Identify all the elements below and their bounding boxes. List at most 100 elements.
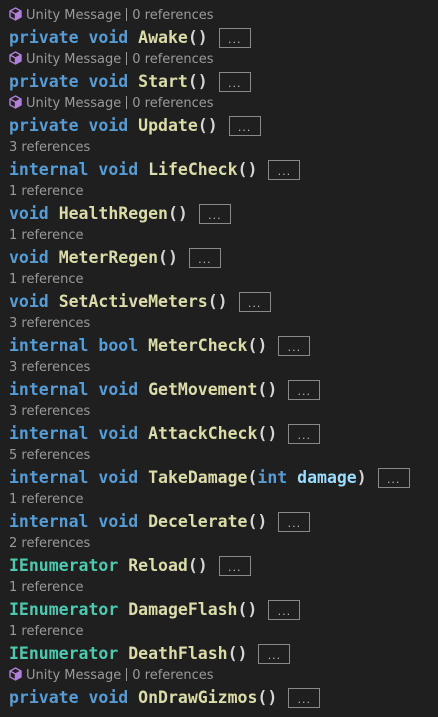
codelens-references[interactable]: 2 references: [9, 536, 90, 551]
type-token: IEnumerator: [9, 644, 119, 663]
collapsed-region-button[interactable]: ...: [228, 116, 261, 136]
codelens-separator: [126, 8, 128, 21]
collapsed-region-button[interactable]: ...: [288, 688, 321, 708]
method-name-token: Decelerate: [148, 512, 248, 531]
collapsed-region-button[interactable]: ...: [288, 380, 321, 400]
code-line[interactable]: internal void Decelerate()...: [9, 511, 311, 533]
keyword-token: void: [88, 28, 129, 47]
keyword-token: private: [9, 688, 79, 707]
code-line[interactable]: void SetActiveMeters()...: [9, 291, 271, 313]
punctuation-token: (): [257, 688, 278, 707]
codelens: Unity Message 0 references: [9, 7, 214, 25]
codelens-unity-message[interactable]: Unity Message: [26, 52, 121, 67]
codelens-separator: [126, 52, 128, 65]
collapsed-region-button[interactable]: ...: [188, 248, 221, 268]
codelens-unity-message[interactable]: Unity Message: [26, 8, 121, 23]
ellipsis-label: ...: [287, 517, 302, 530]
method-name-token: HealthRegen: [58, 204, 168, 223]
codelens-references[interactable]: 1 reference: [9, 184, 83, 199]
collapsed-region-button[interactable]: ...: [218, 72, 251, 92]
collapsed-region-button[interactable]: ...: [377, 468, 410, 488]
ellipsis-label: ...: [198, 253, 212, 266]
code-line[interactable]: internal void AttackCheck()...: [9, 423, 321, 445]
method-name-token: GetMovement: [148, 380, 258, 399]
unity-icon: [9, 667, 22, 681]
codelens-references[interactable]: 0 references: [132, 96, 213, 111]
codelens-references[interactable]: 3 references: [9, 360, 90, 375]
codelens-references[interactable]: 3 references: [9, 316, 90, 331]
codelens-references[interactable]: 1 reference: [9, 624, 83, 639]
code-line[interactable]: private void Awake()...: [9, 27, 251, 49]
collapsed-region-button[interactable]: ...: [218, 28, 251, 48]
code-editor[interactable]: Unity Message 0 references private void Aw…: [0, 0, 438, 717]
codelens-separator: [126, 96, 128, 109]
collapsed-region-button[interactable]: ...: [238, 292, 271, 312]
punctuation-token: (): [158, 248, 178, 267]
codelens-references[interactable]: 3 references: [9, 140, 90, 155]
code-line[interactable]: internal void GetMovement()...: [9, 379, 321, 401]
keyword-token: void: [88, 688, 129, 707]
collapsed-region-button[interactable]: ...: [278, 336, 311, 356]
method-name-token: MeterRegen: [58, 248, 159, 267]
codelens: Unity Message 0 references: [9, 667, 214, 685]
ellipsis-label: ...: [287, 341, 302, 354]
method-name-token: TakeDamage: [148, 468, 248, 487]
collapsed-region-button[interactable]: ...: [268, 160, 301, 180]
codelens-unity-message[interactable]: Unity Message: [26, 96, 121, 111]
codelens-references[interactable]: 1 reference: [9, 492, 83, 507]
keyword-token: internal: [9, 380, 89, 399]
method-name-token: DamageFlash: [128, 600, 238, 619]
codelens-references[interactable]: 0 references: [132, 52, 213, 67]
punctuation-token: (): [167, 204, 188, 223]
code-line[interactable]: internal void LifeCheck()...: [9, 159, 301, 181]
codelens-references[interactable]: 0 references: [132, 8, 213, 23]
keyword-token: int: [257, 468, 288, 487]
codelens-unity-message[interactable]: Unity Message: [26, 668, 121, 683]
code-line[interactable]: IEnumerator DamageFlash()...: [9, 599, 301, 621]
code-line[interactable]: private void Update()...: [9, 115, 261, 137]
collapsed-region-button[interactable]: ...: [218, 556, 251, 576]
code-line[interactable]: void HealthRegen()...: [9, 203, 231, 225]
code-line[interactable]: void MeterRegen()...: [9, 247, 221, 269]
code-line[interactable]: IEnumerator Reload()...: [9, 555, 251, 577]
collapsed-region-button[interactable]: ...: [198, 204, 231, 224]
code-line[interactable]: private void OnDrawGizmos()...: [9, 687, 321, 709]
code-line[interactable]: private void Start()...: [9, 71, 251, 93]
punctuation-token: (): [227, 644, 248, 663]
keyword-token: void: [98, 424, 139, 443]
method-name-token: DeathFlash: [128, 644, 228, 663]
codelens-references[interactable]: 1 reference: [9, 580, 83, 595]
ellipsis-label: ...: [208, 209, 222, 222]
codelens-references[interactable]: 5 references: [9, 448, 90, 463]
codelens-references[interactable]: 1 reference: [9, 228, 83, 243]
codelens-references[interactable]: 3 references: [9, 404, 90, 419]
code-line[interactable]: IEnumerator DeathFlash()...: [9, 643, 291, 665]
punctuation-token: (): [237, 160, 258, 179]
ellipsis-label: ...: [227, 561, 242, 574]
codelens: 1 reference: [9, 271, 83, 289]
codelens-references[interactable]: 1 reference: [9, 272, 83, 287]
method-name-token: Reload: [128, 556, 188, 575]
collapsed-region-button[interactable]: ...: [278, 512, 311, 532]
keyword-token: internal: [9, 468, 89, 487]
method-name-token: MeterCheck: [148, 336, 248, 355]
code-line[interactable]: internal void TakeDamage(int damage)...: [9, 467, 410, 489]
collapsed-region-button[interactable]: ...: [258, 644, 291, 664]
collapsed-region-button[interactable]: ...: [268, 600, 301, 620]
codelens: 5 references: [9, 447, 90, 465]
code-line[interactable]: internal bool MeterCheck()...: [9, 335, 311, 357]
collapsed-region-button[interactable]: ...: [288, 424, 321, 444]
punctuation-token: (): [247, 512, 268, 531]
codelens-references[interactable]: 0 references: [132, 668, 213, 683]
